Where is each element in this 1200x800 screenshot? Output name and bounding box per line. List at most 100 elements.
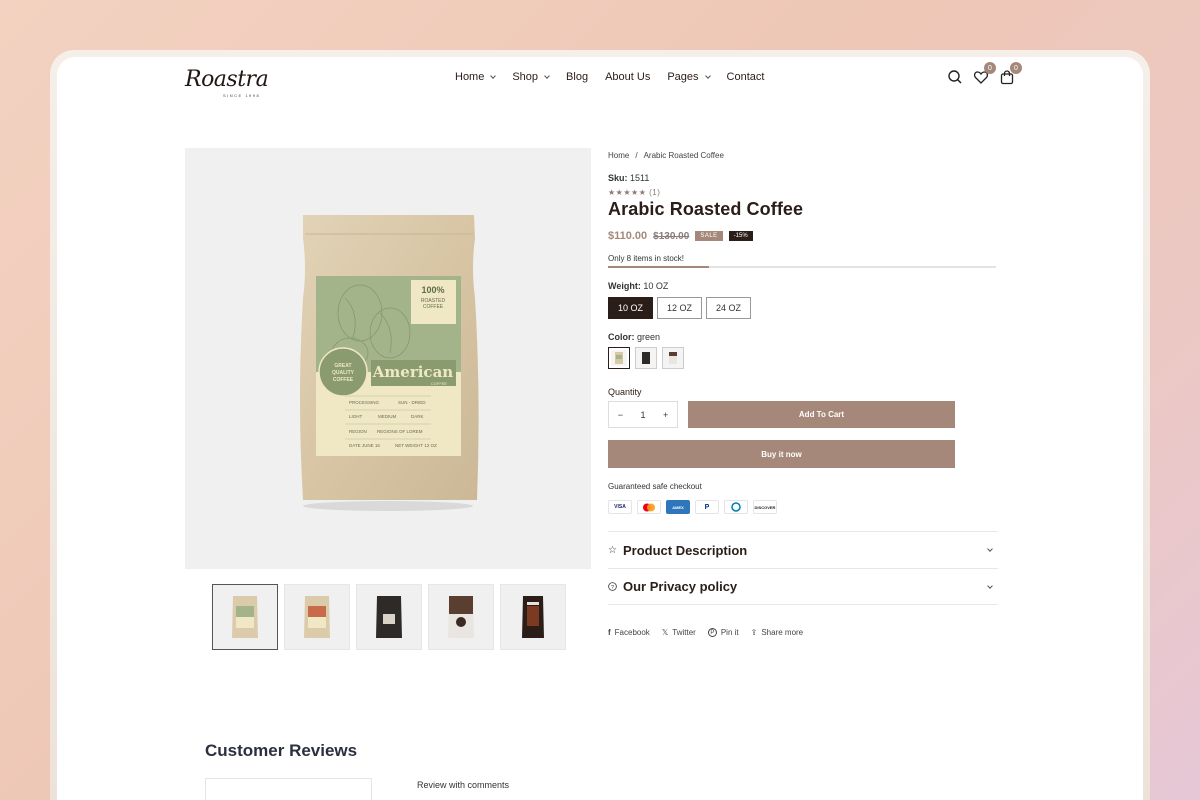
review-with-comments: Review with comments <box>417 780 510 790</box>
add-to-cart-button[interactable]: Add To Cart <box>688 401 955 428</box>
stock-progress-fill <box>608 266 709 268</box>
chevron-down-icon <box>987 546 993 552</box>
thumbnail-strip <box>212 584 566 650</box>
weight-label: Weight: <box>608 281 641 291</box>
payment-icons: VISA AMEX P DISCOVER <box>608 500 998 514</box>
brand-logo[interactable]: Roastra SINCE 1998 <box>185 67 269 98</box>
color-swatch-white[interactable] <box>662 347 684 369</box>
browser-frame: Roastra SINCE 1998 Home Shop Blog About … <box>50 50 1150 800</box>
nav-about[interactable]: About Us <box>605 71 650 83</box>
package-table-region: REGION <box>349 429 367 434</box>
share-more[interactable]: ⇪ Share more <box>751 628 804 637</box>
stock-progress-bar <box>608 266 996 268</box>
reviews-title: Customer Reviews <box>205 741 358 760</box>
nav-blog-label: Blog <box>566 71 589 83</box>
product-main-image[interactable]: 100% ROASTED COFFEE GREAT QUALITY COFFEE… <box>185 148 591 569</box>
sale-price: $110.00 <box>608 230 648 242</box>
sku-label: Sku: <box>608 173 628 183</box>
nav-contact-label: Contact <box>726 71 765 83</box>
share-pinterest-label: Pin it <box>720 628 739 637</box>
nav-shop-label: Shop <box>512 71 539 83</box>
thumbnail-5[interactable] <box>500 584 566 650</box>
accordion-product-description[interactable]: ☆ Product Description <box>608 531 998 568</box>
nav-pages-label: Pages <box>667 71 699 83</box>
package-table-dark: DARK <box>411 414 424 419</box>
share-twitter-label: Twitter <box>672 628 696 637</box>
package-name-sub: COFFEE <box>431 381 448 386</box>
package-table-light: LIGHT <box>349 414 363 419</box>
stock-text: Only 8 items in stock! <box>608 254 685 263</box>
help-circle-icon: ? <box>608 582 617 591</box>
nav-home[interactable]: Home <box>455 71 497 83</box>
thumbnail-4[interactable] <box>428 584 494 650</box>
product-sku: Sku: 1511 <box>608 173 998 183</box>
facebook-icon: f <box>608 628 611 637</box>
mastercard-icon <box>637 500 661 514</box>
quantity-row: − 1 + Add To Cart <box>608 401 998 428</box>
breadcrumb-separator: / <box>635 151 638 160</box>
share-icon: ⇪ <box>750 628 758 637</box>
package-table-date: DATE JUNE 16 <box>349 443 380 448</box>
nav-contact[interactable]: Contact <box>727 71 765 83</box>
share-facebook[interactable]: f Facebook <box>608 628 650 637</box>
accordion-privacy-policy[interactable]: ? Our Privacy policy <box>608 568 998 605</box>
wishlist-count-badge: 0 <box>984 62 996 74</box>
nav-shop[interactable]: Shop <box>512 71 550 83</box>
minus-icon[interactable]: − <box>618 410 623 420</box>
cart-button[interactable]: 0 <box>999 62 1022 85</box>
color-label: Color: <box>608 332 635 342</box>
accordion-label: Our Privacy policy <box>623 579 738 594</box>
paypal-icon: P <box>695 500 719 514</box>
original-price: $130.00 <box>653 230 690 242</box>
breadcrumb-current: Arabic Roasted Coffee <box>643 151 724 160</box>
chevron-down-icon <box>544 72 550 79</box>
color-swatch-green[interactable] <box>608 347 630 369</box>
amex-icon: AMEX <box>666 500 690 514</box>
discount-badge: -15% <box>728 231 753 241</box>
share-twitter[interactable]: 𝕏 Twitter <box>662 628 696 637</box>
quantity-label: Quantity <box>608 387 642 397</box>
buy-now-button[interactable]: Buy it now <box>608 440 955 468</box>
package-badge-top: 100% <box>421 285 444 295</box>
share-pinterest[interactable]: P Pin it <box>707 628 739 637</box>
accordion-label: Product Description <box>622 542 748 558</box>
package-table-regions: REGIONS OF LOREM <box>377 429 423 434</box>
search-icon[interactable] <box>947 69 963 85</box>
star-outline-icon: ☆ <box>608 544 617 556</box>
thumbnail-1[interactable] <box>212 584 278 650</box>
color-swatches <box>608 347 998 369</box>
product-title: Arabic Roasted Coffee <box>608 199 804 219</box>
product-rating[interactable]: ★★★★★ (1) <box>608 188 998 197</box>
x-twitter-icon: 𝕏 <box>661 628 669 637</box>
brand-tagline: SINCE 1998 <box>223 93 261 98</box>
share-links: f Facebook 𝕏 Twitter P Pin it ⇪ Share more <box>608 628 998 637</box>
review-summary-box <box>205 778 372 800</box>
chevron-down-icon <box>490 72 497 79</box>
quantity-value[interactable]: 1 <box>640 410 645 420</box>
package-seal-line1: GREAT <box>334 363 351 369</box>
weight-option-10oz[interactable]: 10 OZ <box>608 297 654 319</box>
chevron-down-icon <box>987 583 993 589</box>
discover-icon: DISCOVER <box>753 500 777 514</box>
plus-icon[interactable]: + <box>663 410 668 420</box>
nav-blog[interactable]: Blog <box>566 71 588 83</box>
thumbnail-3[interactable] <box>356 584 422 650</box>
nav-pages[interactable]: Pages <box>667 71 711 83</box>
chevron-down-icon <box>704 72 711 79</box>
thumbnail-2[interactable] <box>284 584 350 650</box>
package-table-processing: PROCESSING <box>349 400 380 405</box>
brand-name: Roastra <box>185 67 269 92</box>
price-row: $110.00 $130.00 SALE -15% <box>608 230 998 242</box>
quantity-stepper[interactable]: − 1 + <box>608 401 678 428</box>
weight-option-12oz[interactable]: 12 OZ <box>657 297 703 319</box>
diners-icon <box>724 500 748 514</box>
weight-option-24oz[interactable]: 24 OZ <box>706 297 752 319</box>
color-swatch-black[interactable] <box>635 347 657 369</box>
wishlist-button[interactable]: 0 <box>973 62 996 85</box>
guarantee-text: Guaranteed safe checkout <box>608 482 702 491</box>
header-actions: 0 0 <box>947 62 1022 85</box>
breadcrumb-home[interactable]: Home <box>608 151 629 160</box>
page-window: Roastra SINCE 1998 Home Shop Blog About … <box>57 57 1143 800</box>
color-selected: green <box>637 332 661 342</box>
breadcrumb: Home / Arabic Roasted Coffee <box>608 151 998 160</box>
